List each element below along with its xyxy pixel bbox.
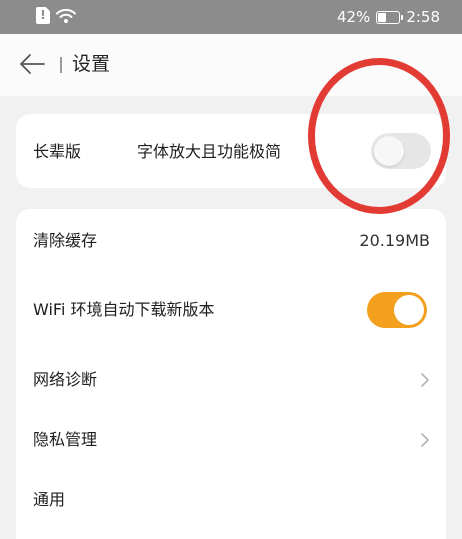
elder-mode-toggle[interactable] xyxy=(371,133,431,169)
header-divider xyxy=(60,57,62,73)
settings-card: 清除缓存 20.19MB WiFi 环境自动下载新版本 网络诊断 隐私管理 通用 xyxy=(16,209,446,539)
toggle-knob xyxy=(374,136,404,166)
network-diagnosis-row[interactable]: 网络诊断 xyxy=(16,345,446,413)
arrow-left-icon[interactable] xyxy=(18,52,46,76)
wifi-auto-download-row: WiFi 环境自动下载新版本 xyxy=(16,277,446,345)
clear-cache-label: 清除缓存 xyxy=(33,231,98,250)
clear-cache-row[interactable]: 清除缓存 20.19MB xyxy=(16,209,446,277)
network-diagnosis-label: 网络诊断 xyxy=(33,370,98,389)
elder-mode-label: 长辈版 xyxy=(33,142,82,161)
privacy-management-row[interactable]: 隐私管理 xyxy=(16,407,446,475)
wifi-auto-download-toggle[interactable] xyxy=(367,292,427,328)
wifi-auto-download-label: WiFi 环境自动下载新版本 xyxy=(33,300,215,319)
wifi-icon xyxy=(56,8,76,23)
privacy-management-label: 隐私管理 xyxy=(33,430,98,449)
elder-mode-description: 字体放大且功能极简 xyxy=(137,142,282,161)
page-title: 设置 xyxy=(72,53,111,75)
general-label: 通用 xyxy=(33,490,66,509)
toggle-knob xyxy=(394,295,424,325)
status-right: 42% 2:58 xyxy=(337,8,440,26)
battery-percent: 42% xyxy=(336,8,371,26)
header: 设置 xyxy=(0,34,462,96)
status-bar: 42% 2:58 xyxy=(0,0,462,34)
status-left xyxy=(36,7,76,24)
chevron-right-icon xyxy=(421,433,429,447)
chevron-right-icon xyxy=(421,373,429,387)
elder-mode-card: 长辈版 字体放大且功能极简 xyxy=(16,114,446,188)
cache-size-value: 20.19MB xyxy=(359,231,430,250)
sim-alert-icon xyxy=(36,7,50,24)
status-time: 2:58 xyxy=(406,8,440,26)
battery-icon xyxy=(376,10,404,24)
